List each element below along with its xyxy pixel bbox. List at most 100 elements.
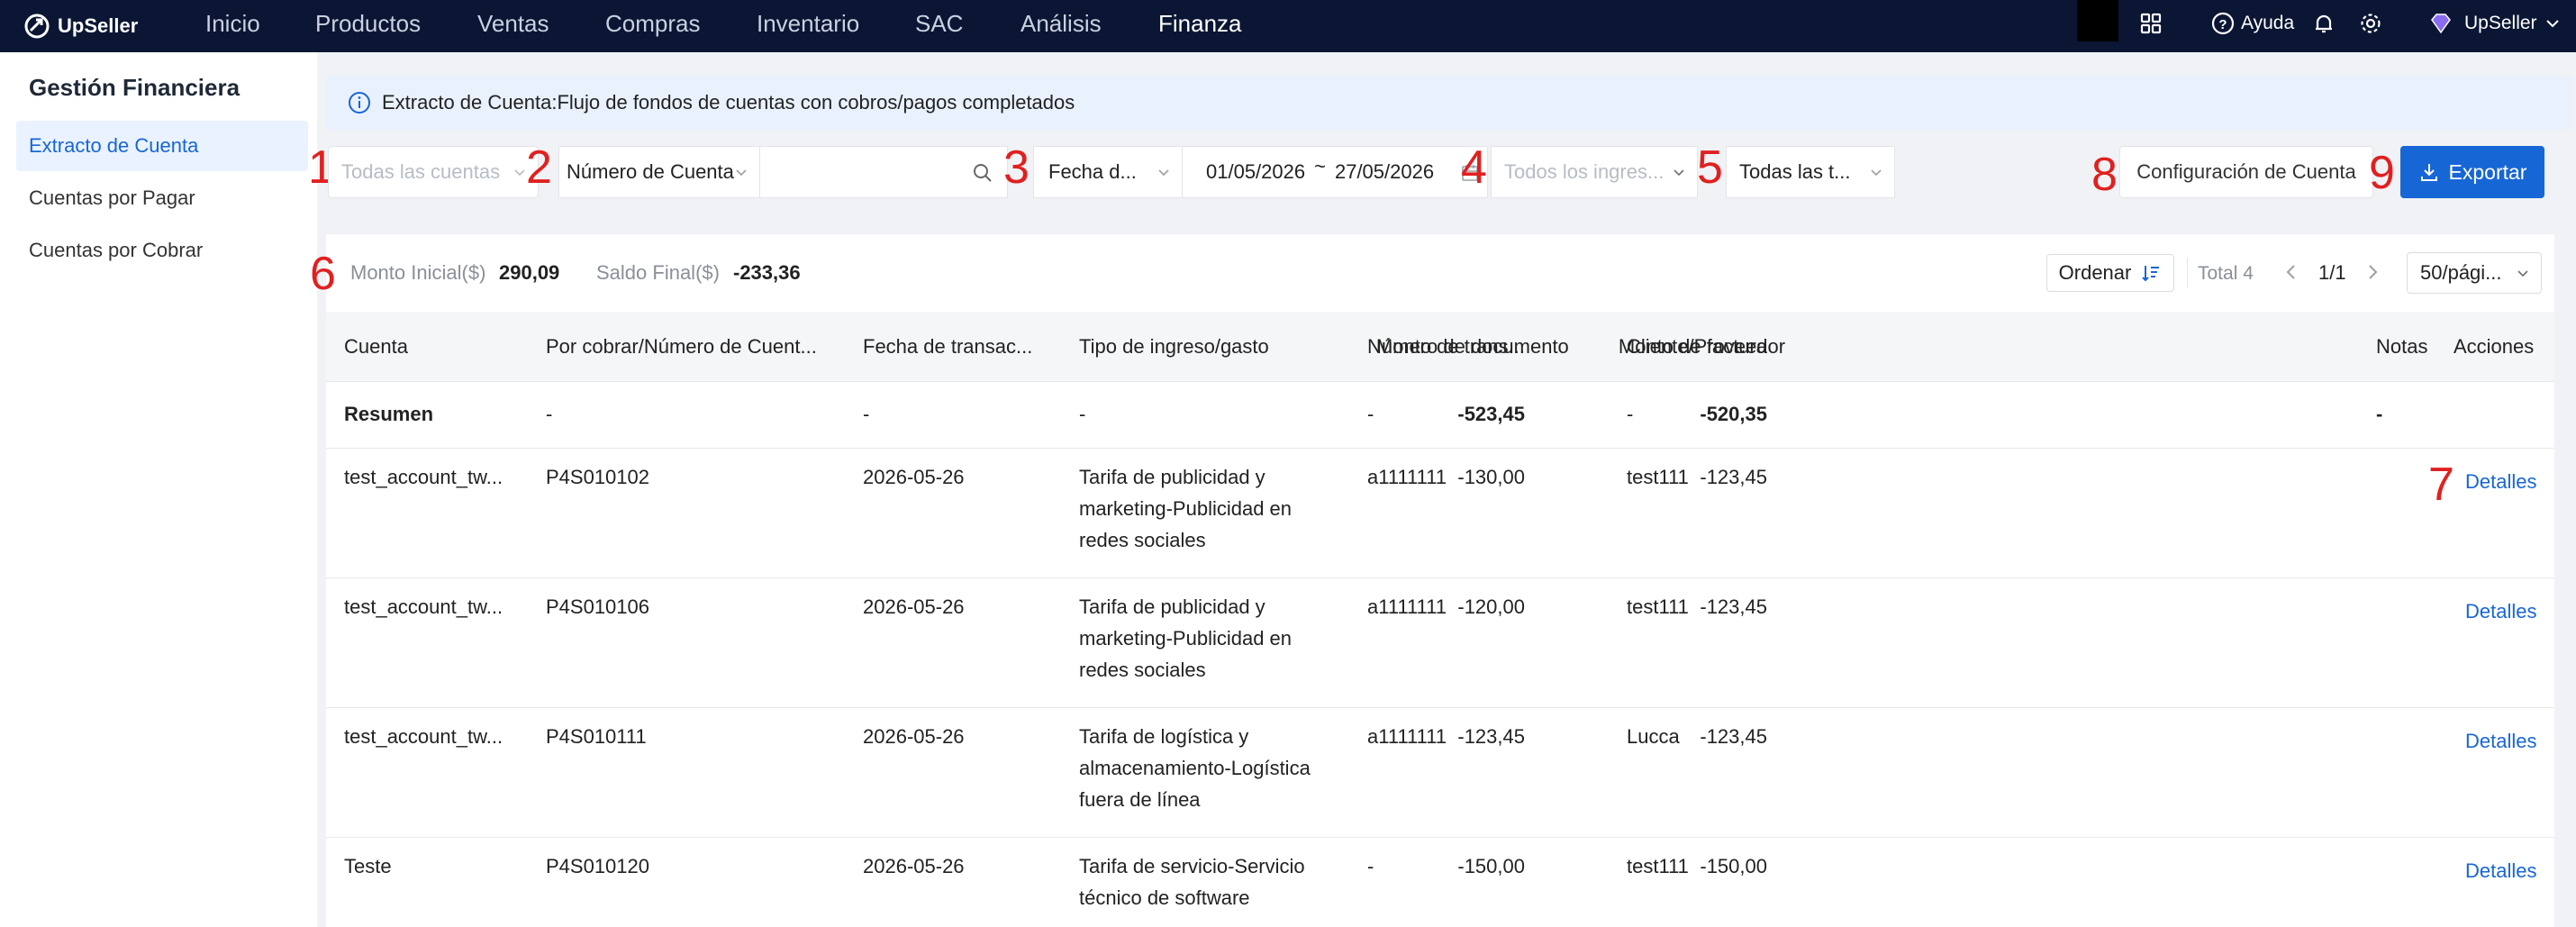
brand-logo[interactable]: UpSeller <box>23 0 138 52</box>
details-link[interactable]: Detalles <box>2465 730 2536 753</box>
sidebar-item-extracto[interactable]: Extracto de Cuenta <box>16 121 308 171</box>
help-label[interactable]: Ayuda <box>2241 0 2294 47</box>
table-row: Teste P4S010120 2026-05-26 Tarifa de ser… <box>326 838 2554 927</box>
initial-amount-value: 290,09 <box>499 261 560 284</box>
summary-cell: - <box>1627 403 1634 425</box>
search-icon[interactable] <box>971 161 994 185</box>
sort-button[interactable]: Ordenar <box>2046 254 2174 292</box>
table-row: test_account_tw... P4S010102 2026-05-26 … <box>326 449 2554 578</box>
account-config-button[interactable]: Configuración de Cuenta <box>2119 146 2373 198</box>
nav-item-inicio[interactable]: Inicio <box>205 0 260 52</box>
statement-table: Cuenta Por cobrar/Número de Cuent... Fec… <box>326 312 2554 927</box>
next-page-icon[interactable] <box>2363 261 2381 287</box>
cell-type-line: redes sociales <box>1079 529 1206 551</box>
download-icon <box>2420 164 2437 181</box>
cell-date: 2026-05-26 <box>863 595 965 618</box>
initial-amount-label: Monto Inicial($) <box>350 261 486 284</box>
annotation-8: 8 <box>2091 149 2118 201</box>
user-menu[interactable]: UpSeller <box>2464 0 2537 47</box>
nav-item-ventas[interactable]: Ventas <box>477 0 549 52</box>
sidebar-title: Gestión Financiera <box>29 74 240 101</box>
cell-amount: -130,00 <box>1457 466 1525 488</box>
upseller-logo-icon <box>24 14 50 39</box>
col-cuenta: Cuenta <box>344 335 408 358</box>
summary-amount: -523,45 <box>1457 403 1525 425</box>
summary-notes: - <box>2376 403 2383 425</box>
account-select-placeholder: Todas las cuentas <box>341 160 501 183</box>
cell-type: Tarifa de publicidad y marketing-Publici… <box>1079 591 1292 686</box>
summary-cell: - <box>1367 403 1374 425</box>
nav-item-analisis[interactable]: Análisis <box>1020 0 1102 52</box>
cell-type-line: Tarifa de servicio-Servicio <box>1079 855 1305 877</box>
export-button[interactable]: Exportar <box>2400 146 2544 198</box>
cell-account: test_account_tw... <box>344 725 503 748</box>
cell-account: test_account_tw... <box>344 595 503 618</box>
date-type-select[interactable]: Fecha d... <box>1033 146 1183 198</box>
cell-number: P4S010111 <box>546 725 647 748</box>
cell-date: 2026-05-26 <box>863 855 965 877</box>
sidebar: Gestión Financiera Extracto de Cuenta Cu… <box>0 52 317 927</box>
cell-invoice: -123,45 <box>1700 725 1767 748</box>
chevron-down-icon <box>1673 169 1684 177</box>
cell-doc: a1111111 <box>1367 466 1447 488</box>
table-row: test_account_tw... P4S010111 2026-05-26 … <box>326 708 2554 838</box>
sidebar-item-cuentas-pagar[interactable]: Cuentas por Pagar <box>16 173 308 223</box>
final-balance-label: Saldo Final($) <box>596 261 720 284</box>
account-select[interactable]: Todas las cuentas <box>328 146 539 198</box>
cell-type: Tarifa de servicio-Servicio técnico de s… <box>1079 850 1305 913</box>
date-from: 01/05/2026 <box>1206 160 1306 183</box>
search-type-select[interactable]: Número de Cuenta <box>558 146 760 198</box>
cell-amount: -120,00 <box>1457 595 1525 618</box>
top-navbar: UpSeller Inicio Productos Ventas Compras… <box>0 0 2576 52</box>
chevron-down-icon[interactable] <box>2542 7 2563 40</box>
cell-client: test111 <box>1627 466 1689 488</box>
prev-page-icon[interactable] <box>2282 261 2300 287</box>
cell-client: test111 <box>1627 855 1689 877</box>
nav-item-sac[interactable]: SAC <box>915 0 963 52</box>
export-label: Exportar <box>2448 159 2527 184</box>
date-separator: ~ <box>1314 155 1326 177</box>
cell-type-line: técnico de software <box>1079 886 1250 909</box>
cell-type: Tarifa de logística y almacenamiento-Log… <box>1079 721 1311 815</box>
sidebar-item-cuentas-cobrar[interactable]: Cuentas por Cobrar <box>16 225 308 276</box>
cell-account: Teste <box>344 855 392 877</box>
cell-account: test_account_tw... <box>344 466 503 488</box>
page-size-select[interactable]: 50/pági... <box>2407 252 2542 294</box>
details-link[interactable]: Detalles <box>2465 859 2536 883</box>
info-text: Extracto de Cuenta:Flujo de fondos de cu… <box>382 91 1075 114</box>
nav-item-compras[interactable]: Compras <box>605 0 700 52</box>
annotation-9: 9 <box>2369 147 2395 199</box>
nav-item-finanza[interactable]: Finanza <box>1158 0 1242 52</box>
summary-cell: - <box>546 403 553 425</box>
cell-number: P4S010120 <box>546 855 649 877</box>
chevron-down-icon <box>514 169 525 177</box>
cell-doc: a1111111 <box>1367 725 1447 748</box>
gear-icon[interactable] <box>2354 7 2387 40</box>
cell-type-line: marketing-Publicidad en <box>1079 627 1293 650</box>
nav-item-inventario[interactable]: Inventario <box>757 0 859 52</box>
all-types-select[interactable]: Todas las t... <box>1726 146 1895 198</box>
details-link[interactable]: Detalles <box>2465 600 2536 623</box>
black-block <box>2077 0 2118 41</box>
search-input[interactable] <box>759 146 1008 198</box>
nav-item-productos[interactable]: Productos <box>315 0 421 52</box>
cell-invoice: -150,00 <box>1700 855 1767 877</box>
cell-doc: - <box>1367 855 1374 877</box>
chevron-down-icon <box>1158 169 1169 177</box>
page-size-value: 50/pági... <box>2420 261 2502 284</box>
col-fecha: Fecha de transac... <box>863 335 1033 358</box>
income-type-placeholder: Todos los ingres... <box>1504 160 1664 183</box>
bell-icon[interactable] <box>2308 7 2340 40</box>
summary-label: Resumen <box>344 403 434 425</box>
pager-divider <box>2187 258 2188 288</box>
chevron-down-icon <box>1871 169 1882 177</box>
cell-type-line: almacenamiento-Logística <box>1079 757 1311 779</box>
income-type-select[interactable]: Todos los ingres... <box>1491 146 1698 198</box>
details-link[interactable]: Detalles <box>2465 470 2536 494</box>
help-icon[interactable]: ? <box>2207 7 2239 40</box>
date-range-picker[interactable]: 01/05/2026 ~ 27/05/2026 <box>1182 146 1488 198</box>
table-header: Cuenta Por cobrar/Número de Cuent... Fec… <box>326 312 2554 382</box>
cell-type-line: marketing-Publicidad en <box>1079 497 1293 520</box>
apps-grid-icon[interactable] <box>2135 7 2167 40</box>
cell-type-line: Tarifa de publicidad y <box>1079 595 1265 618</box>
